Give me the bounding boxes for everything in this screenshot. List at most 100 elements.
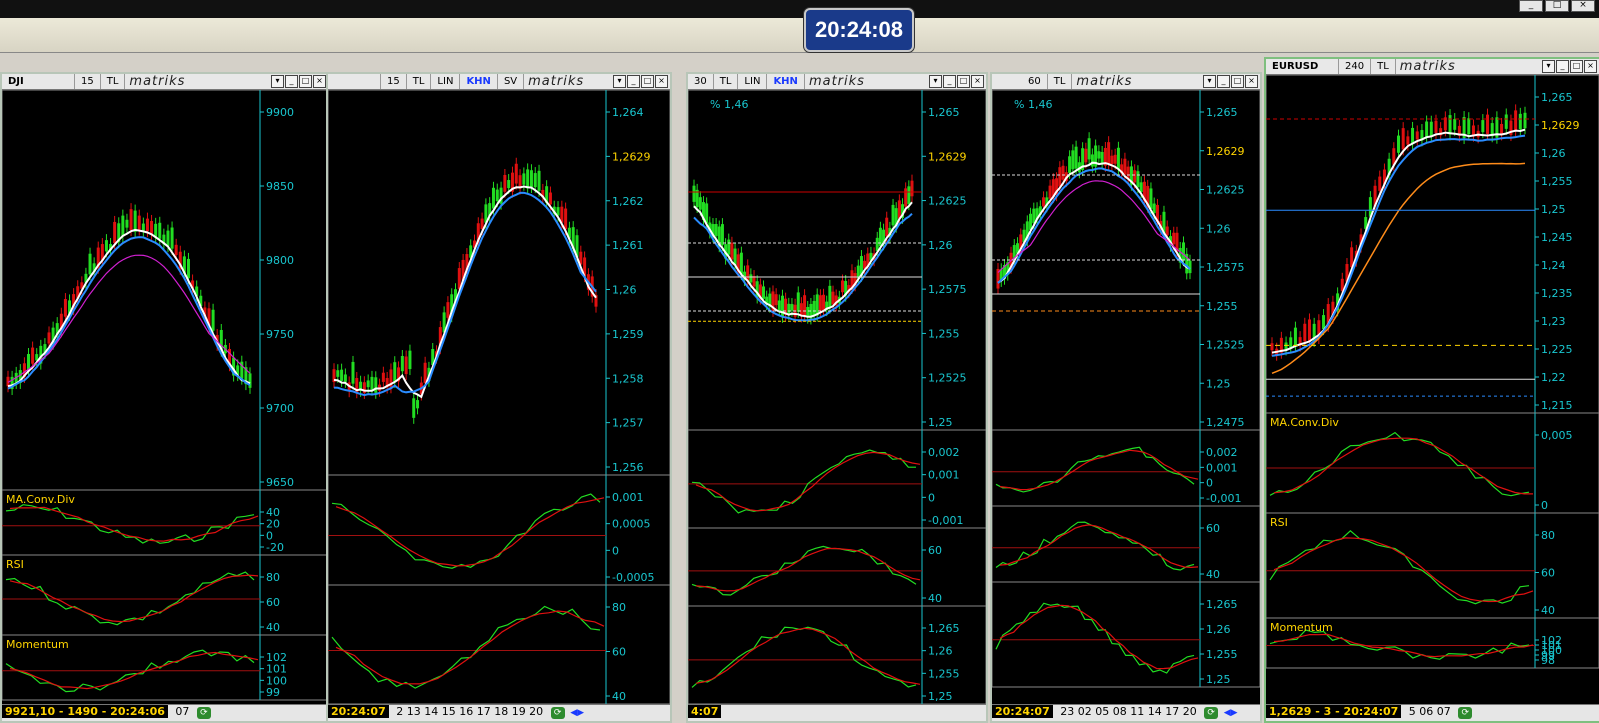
chart-canvas[interactable]: 1,265 1,2629 1,26 1,255 1,25 1,245 1,24 1,235 1,… [1266,75,1599,704]
period-label[interactable]: 15 [75,74,101,89]
axis-tick-label: 40 [928,592,942,605]
close-icon[interactable]: × [971,75,984,88]
minimize-button[interactable]: _ [1519,0,1543,12]
close-icon[interactable]: × [655,75,668,88]
chart-window-dji[interactable]: DJI 15 TL matriks ▾ _ □ × 9900 9850 9800 9750 9… [0,72,330,723]
currency-label[interactable]: TL [714,74,739,89]
candle-body [174,244,178,255]
window-title-bar[interactable]: DJI 15 TL matriks ▾ _ □ × [2,74,328,90]
axis-tick-label: 60 [928,544,942,557]
dropdown-icon[interactable]: ▾ [1203,75,1216,88]
candle-body [393,362,397,382]
axis-tick-label: 1,26 [1541,147,1566,160]
chart-window-2[interactable]: 15 TL LIN KHN SV matriks ▾ _ □ × 1,264 1,262… [326,72,672,723]
axis-tick-label: 1,26 [1206,623,1231,636]
period-label[interactable]: 15 [381,74,407,89]
axis-tick-label: 99 [266,686,280,699]
window-title-bar[interactable]: EURUSD 240 TL matriks ▾ _ □ × [1266,59,1599,75]
maximize-icon[interactable]: □ [1231,75,1244,88]
candle-body [1293,327,1297,346]
candle-body [1284,342,1288,350]
axis-tick-label: 60 [1206,522,1220,535]
minimize-icon[interactable]: _ [285,75,298,88]
axis-tick-label: 0,001 [1206,461,1238,474]
candle-body [1139,182,1143,193]
minimize-icon[interactable]: _ [1556,60,1569,73]
nav-arrows-icon[interactable]: ◀▶ [1224,708,1238,718]
axis-tick-label: 0 [928,491,935,504]
dropdown-icon[interactable]: ▾ [1542,60,1555,73]
axis-tick-label: 1,261 [612,239,644,252]
date-axis: 23 02 05 08 11 14 17 20 [1060,705,1197,718]
dropdown-icon[interactable]: ▾ [613,75,626,88]
minimize-icon[interactable]: _ [943,75,956,88]
dropdown-icon[interactable]: ▾ [929,75,942,88]
candle-body [790,304,794,311]
candle-body [787,303,791,315]
maximize-icon[interactable]: □ [641,75,654,88]
period-label[interactable]: 30 [688,74,714,89]
maximize-button[interactable]: □ [1545,0,1569,12]
candle-body [1425,121,1429,138]
scale-label[interactable]: LIN [431,74,461,89]
khn-button[interactable]: KHN [460,74,498,89]
period-label[interactable]: 60 [1022,74,1048,89]
chart-canvas[interactable]: 1,264 1,2629 1,262 1,261 1,26 1,259 1,258 1,257… [328,90,670,704]
window-title-bar[interactable]: 30 TL LIN KHN matriks ▾ _ □ × [688,74,986,90]
close-icon[interactable]: × [1584,60,1597,73]
chart-window-4[interactable]: 60 TL matriks ▾ _ □ × 1,265 1,2629 1,2625 1,26… [990,72,1262,723]
maximize-icon[interactable]: □ [957,75,970,88]
currency-label[interactable]: TL [407,74,432,89]
refresh-icon[interactable]: ⟳ [1204,707,1219,719]
minimize-icon[interactable]: _ [1217,75,1230,88]
axis-tick-label: 40 [612,690,626,703]
candle-body [404,356,408,375]
currency-label[interactable]: TL [1371,59,1396,74]
chart-canvas[interactable]: 99009850980097509700965040200-20MA.Conv.… [2,90,328,704]
axis-tick-label: 1,255 [1206,300,1238,313]
status-bar: 9921,10 - 1490 - 20:24:06 07 ⟳ [2,704,328,721]
symbol-label[interactable]: DJI [2,74,75,89]
khn-button[interactable]: KHN [767,74,805,89]
candle-body [137,215,141,230]
close-button[interactable]: × [1571,0,1595,12]
candle-body [104,240,108,252]
period-label[interactable]: 240 [1339,59,1372,74]
candle-body [1303,323,1307,342]
currency-label[interactable]: TL [101,74,126,89]
minimize-icon[interactable]: _ [627,75,640,88]
symbol-label[interactable] [328,74,381,89]
brand-logo: matriks [1399,59,1456,74]
axis-tick-label: -0,001 [928,514,963,527]
axis-tick-label: 0 [1206,477,1213,490]
axis-tick-label: 1,2525 [928,372,967,385]
chart-window-3[interactable]: 30 TL LIN KHN matriks ▾ _ □ × 1,265 1,2629 1,… [686,72,988,723]
currency-label[interactable]: TL [1048,74,1073,89]
status-bar: 20:24:07 2 13 14 15 16 17 18 19 20 ⟳ ◀▶ [328,704,670,721]
window-title-bar[interactable]: 60 TL matriks ▾ _ □ × [992,74,1260,90]
candle-body [812,300,816,316]
refresh-icon[interactable]: ⟳ [1458,707,1473,719]
nav-arrows-icon[interactable]: ◀▶ [570,708,584,718]
dropdown-icon[interactable]: ▾ [271,75,284,88]
chart-window-eurusd[interactable]: EURUSD 240 TL matriks ▾ _ □ × 1,265 1,2629 1,… [1264,57,1599,723]
candle-body [495,189,499,202]
maximize-icon[interactable]: □ [1570,60,1583,73]
axis-tick-label: 9900 [266,106,294,119]
refresh-icon[interactable]: ⟳ [550,707,565,719]
sv-button[interactable]: SV [498,74,525,89]
scale-label[interactable]: LIN [738,74,768,89]
chart-canvas[interactable]: 1,265 1,2629 1,2625 1,26 1,2575 1,255 1,2525 1,… [992,90,1260,704]
axis-tick-label: 40 [266,621,280,634]
axis-tick-label: 80 [1541,529,1555,542]
symbol-label[interactable]: EURUSD [1266,59,1339,74]
chart-canvas[interactable]: 1,265 1,2629 1,2625 1,26 1,2575 1,255 1,2525 1,… [688,90,986,704]
window-title-bar[interactable]: 15 TL LIN KHN SV matriks ▾ _ □ × [328,74,670,90]
refresh-icon[interactable]: ⟳ [196,707,211,719]
close-icon[interactable]: × [313,75,326,88]
candle-body [1486,114,1490,134]
maximize-icon[interactable]: □ [299,75,312,88]
axis-tick-label: 1,265 [928,622,960,635]
candle-body [1448,115,1452,135]
close-icon[interactable]: × [1245,75,1258,88]
